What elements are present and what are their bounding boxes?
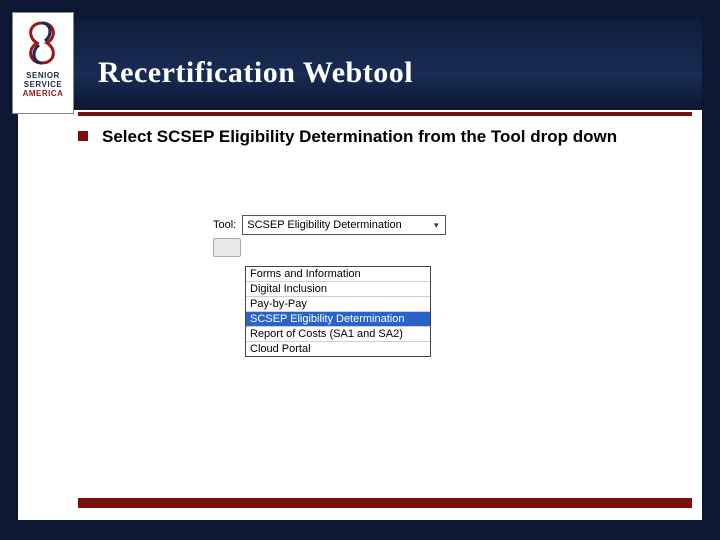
go-button[interactable] <box>213 238 241 257</box>
logo-text: SENIOR SERVICE AMERICA <box>17 71 69 98</box>
list-item[interactable]: Cloud Portal <box>246 342 430 356</box>
org-logo: SENIOR SERVICE AMERICA <box>12 12 74 114</box>
tool-select-value: SCSEP Eligibility Determination <box>247 219 401 231</box>
logo-mark-icon <box>21 19 63 67</box>
dropdown-row: Tool: SCSEP Eligibility Determination ▾ <box>213 215 453 235</box>
tool-options-list[interactable]: Forms and Information Digital Inclusion … <box>245 266 431 357</box>
dropdown-label: Tool: <box>213 219 236 231</box>
logo-line3: AMERICA <box>23 89 64 98</box>
slide-body: Recertification Webtool SENIOR SERVICE A… <box>18 20 702 520</box>
slide-title: Recertification Webtool <box>98 56 413 90</box>
logo-line1: SENIOR <box>26 71 60 80</box>
footer-bar <box>78 498 692 508</box>
tool-select[interactable]: SCSEP Eligibility Determination ▾ <box>242 215 446 235</box>
header-divider <box>78 112 692 116</box>
bullet-square-icon <box>78 131 88 141</box>
content-area: Select SCSEP Eligibility Determination f… <box>78 126 682 148</box>
slide-header: Recertification Webtool <box>18 20 702 110</box>
list-item[interactable]: Pay-by-Pay <box>246 297 430 312</box>
tool-dropdown-screenshot: Tool: SCSEP Eligibility Determination ▾ … <box>213 215 453 357</box>
bullet-item: Select SCSEP Eligibility Determination f… <box>78 126 682 148</box>
list-item[interactable]: Report of Costs (SA1 and SA2) <box>246 327 430 342</box>
list-item[interactable]: Forms and Information <box>246 267 430 282</box>
list-item-selected[interactable]: SCSEP Eligibility Determination <box>246 312 430 327</box>
logo-line2: SERVICE <box>24 80 62 89</box>
list-item[interactable]: Digital Inclusion <box>246 282 430 297</box>
bullet-text: Select SCSEP Eligibility Determination f… <box>102 126 617 148</box>
chevron-down-icon: ▾ <box>429 218 443 232</box>
